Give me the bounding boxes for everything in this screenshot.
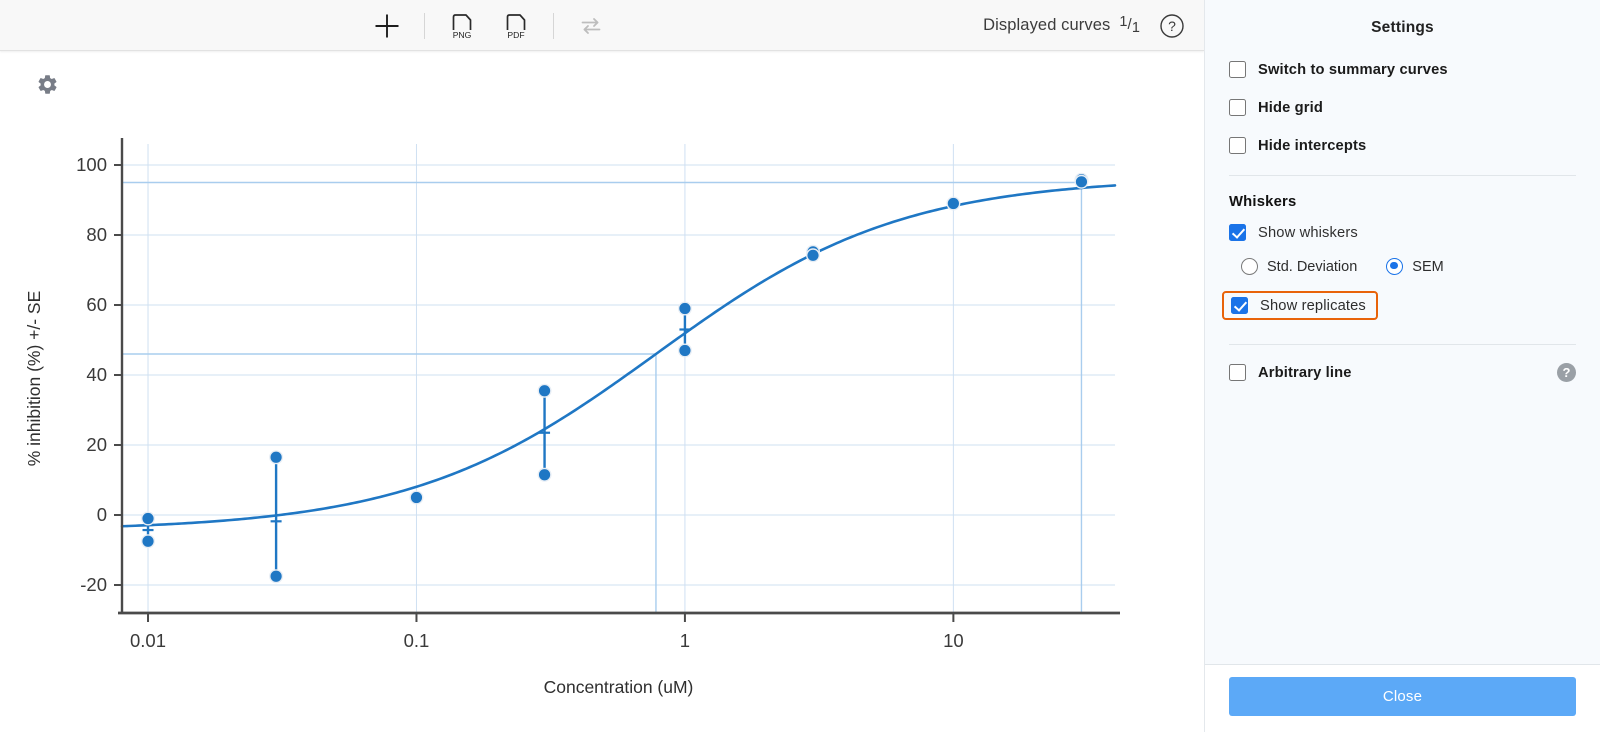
x-axis-title: Concentration (uM) — [544, 677, 694, 697]
settings-divider-1 — [1229, 175, 1576, 176]
radio-option-sem[interactable]: SEM — [1386, 258, 1444, 275]
whiskers-error-type-group: Std. Deviation SEM — [1241, 258, 1576, 275]
plus-icon — [375, 14, 399, 37]
option-switch-to-summary-curves[interactable]: Switch to summary curves — [1229, 61, 1576, 78]
toolbar-help-button[interactable]: ? — [1150, 4, 1194, 48]
option-show-replicates[interactable]: Show replicates — [1222, 291, 1378, 320]
toolbar-divider-1 — [424, 12, 425, 39]
svg-text:40: 40 — [86, 364, 107, 385]
option-arbitrary-line-row: Arbitrary line ? — [1229, 363, 1576, 382]
toolbar-actions: PNG PDF — [360, 0, 618, 51]
checkbox-hide-grid[interactable] — [1229, 99, 1246, 116]
svg-text:80: 80 — [86, 224, 107, 245]
checkbox-show-whiskers[interactable] — [1229, 224, 1246, 241]
main-chart-area: PNG PDF Displayed curves 1/1 ? -20 0 20 … — [0, 0, 1204, 732]
y-axis-title: % inhibition (%) +/- SE — [24, 291, 44, 467]
settings-divider-2 — [1229, 344, 1576, 345]
option-hide-intercepts[interactable]: Hide intercepts — [1229, 137, 1576, 154]
svg-text:20: 20 — [86, 434, 107, 455]
checkbox-hide-intercepts[interactable] — [1229, 137, 1246, 154]
svg-text:PNG: PNG — [453, 30, 472, 40]
png-file-icon: PNG — [451, 13, 473, 40]
toolbar-divider-2 — [553, 12, 554, 39]
dose-response-curve-app: PNG PDF Displayed curves 1/1 ? -20 0 20 … — [0, 0, 1600, 732]
displayed-curves-indicator: Displayed curves 1/1 — [983, 14, 1146, 36]
svg-text:PDF: PDF — [507, 30, 524, 40]
displayed-curves-label: Displayed curves — [983, 16, 1111, 34]
displayed-curves-numerator: 1 — [1119, 14, 1128, 30]
export-pdf-button[interactable]: PDF — [489, 4, 543, 48]
add-curve-button[interactable] — [360, 4, 414, 48]
dose-response-plot: -20 0 20 40 60 80 100 0.01 0.1 1 10 Concentration (… — [0, 51, 1204, 732]
toolbar-right-group: Displayed curves 1/1 ? — [983, 0, 1194, 51]
settings-panel-footer: Close — [1205, 664, 1600, 732]
svg-text:0.01: 0.01 — [130, 630, 166, 651]
displayed-curves-fraction: 1/1 — [1119, 14, 1140, 36]
option-label: Switch to summary curves — [1258, 61, 1448, 78]
option-label: Hide intercepts — [1258, 137, 1367, 154]
svg-text:60: 60 — [86, 294, 107, 315]
radio-option-std-deviation[interactable]: Std. Deviation — [1241, 258, 1357, 275]
option-label: Hide grid — [1258, 99, 1323, 116]
svg-text:0: 0 — [97, 504, 107, 525]
help-circle-icon: ? — [1160, 13, 1184, 38]
svg-text:10: 10 — [943, 630, 964, 651]
radio-std-deviation[interactable] — [1241, 258, 1258, 275]
svg-text:?: ? — [1168, 18, 1176, 34]
export-png-button[interactable]: PNG — [435, 4, 489, 48]
swap-axes-button[interactable] — [564, 4, 618, 48]
svg-text:1: 1 — [680, 630, 690, 651]
radio-sem[interactable] — [1386, 258, 1404, 275]
option-label: Show replicates — [1260, 297, 1366, 314]
swap-arrows-icon — [581, 17, 601, 34]
option-label: Show whiskers — [1258, 224, 1358, 241]
radio-label: Std. Deviation — [1267, 258, 1358, 275]
close-button[interactable]: Close — [1229, 677, 1576, 716]
chart-toolbar: PNG PDF Displayed curves 1/1 ? — [0, 0, 1204, 51]
option-hide-grid[interactable]: Hide grid — [1229, 99, 1576, 116]
pdf-file-icon: PDF — [505, 13, 527, 40]
checkbox-switch-to-summary-curves[interactable] — [1229, 61, 1246, 78]
svg-text:0.1: 0.1 — [404, 630, 430, 651]
radio-label: SEM — [1412, 258, 1444, 275]
arbitrary-line-help-icon[interactable]: ? — [1557, 363, 1576, 382]
displayed-curves-denominator: 1 — [1131, 20, 1140, 36]
option-show-whiskers[interactable]: Show whiskers — [1229, 224, 1576, 241]
settings-panel-body: Switch to summary curves Hide grid Hide … — [1205, 43, 1600, 664]
plot-svg: -20 0 20 40 60 80 100 0.01 0.1 1 10 Concentration (… — [24, 138, 1120, 697]
settings-panel-title: Settings — [1371, 19, 1434, 36]
svg-text:100: 100 — [76, 154, 107, 175]
whiskers-section-heading: Whiskers — [1229, 194, 1297, 210]
checkbox-show-replicates[interactable] — [1231, 297, 1248, 314]
checkbox-arbitrary-line[interactable] — [1229, 364, 1246, 381]
svg-text:-20: -20 — [80, 574, 107, 595]
option-label: Arbitrary line — [1258, 364, 1352, 381]
settings-panel: Settings Switch to summary curves Hide g… — [1204, 0, 1600, 732]
option-arbitrary-line[interactable]: Arbitrary line — [1229, 364, 1352, 381]
